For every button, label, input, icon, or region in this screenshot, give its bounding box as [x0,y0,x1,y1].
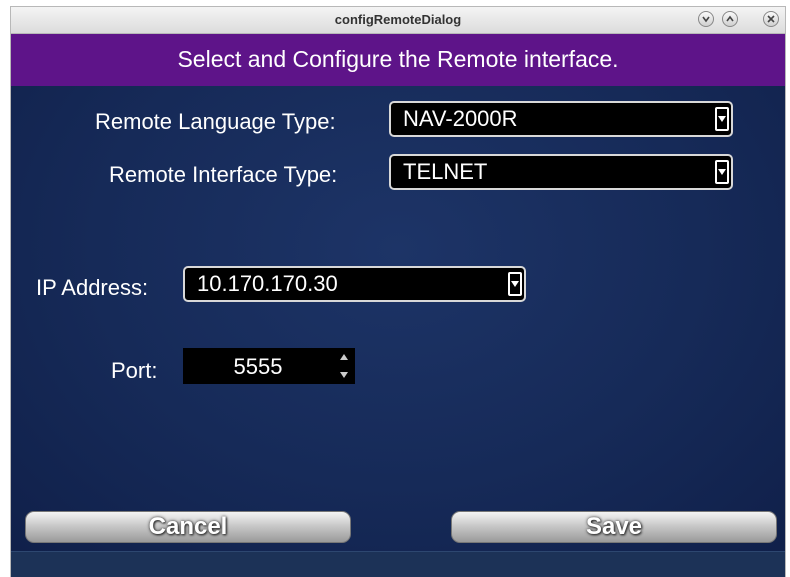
minimize-button[interactable] [698,11,714,27]
close-icon [767,15,775,23]
port-spinbox[interactable]: 5555 [183,348,355,384]
save-button[interactable]: Save [451,511,777,543]
dropdown-arrow-icon [715,107,729,131]
cancel-button[interactable]: Cancel [25,511,351,543]
maximize-button[interactable] [722,11,738,27]
ip-address-value: 10.170.170.30 [197,271,338,296]
interface-type-value: TELNET [403,159,488,184]
status-strip [11,551,785,577]
interface-type-dropdown[interactable]: TELNET [389,154,733,190]
dropdown-arrow-icon [715,160,729,184]
spin-arrows-icon[interactable] [339,354,349,378]
close-button[interactable] [763,11,779,27]
interface-type-label: Remote Interface Type: [109,162,338,187]
port-value: 5555 [233,354,283,379]
window-title: configRemoteDialog [334,12,462,27]
header-title: Select and Configure the Remote interfac… [177,46,619,72]
form-panel: Remote Language Type: NAV-2000R Remote I… [11,86,785,551]
dialog-window: configRemoteDialog Select and Configure … [10,6,786,577]
language-type-label: Remote Language Type: [95,109,336,134]
ip-address-combo[interactable]: 10.170.170.30 [183,266,526,302]
title-bar[interactable]: configRemoteDialog [11,7,785,34]
ip-address-label: IP Address: [36,275,149,300]
header-band: Select and Configure the Remote interfac… [11,34,785,86]
language-type-value: NAV-2000R [403,106,518,131]
dropdown-arrow-icon [508,272,522,296]
chevron-down-icon [702,16,710,23]
port-label: Port: [111,358,158,383]
chevron-up-icon [726,15,734,22]
language-type-dropdown[interactable]: NAV-2000R [389,101,733,137]
